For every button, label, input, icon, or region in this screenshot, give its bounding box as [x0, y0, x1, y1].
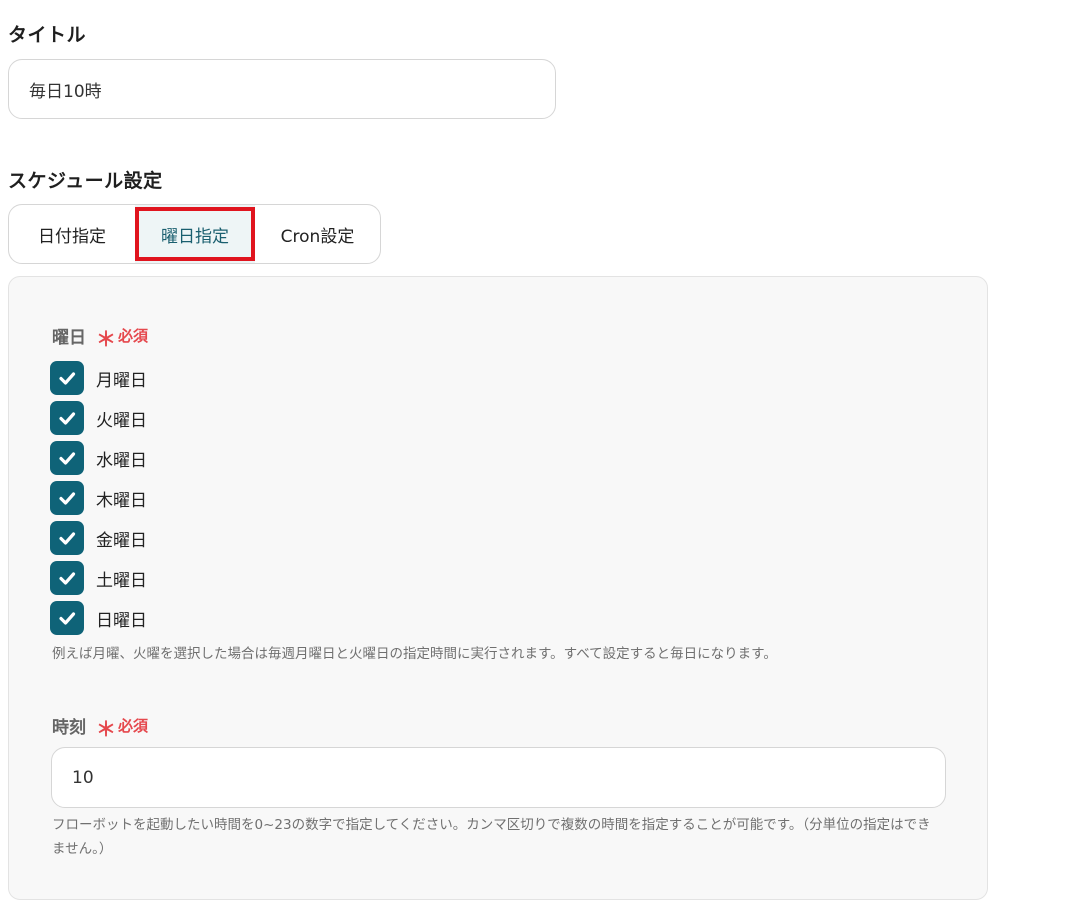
asterisk-icon: ＊	[96, 327, 116, 351]
required-text: 必須	[118, 327, 149, 345]
schedule-label: スケジュール設定	[8, 170, 163, 192]
checkmark-icon[interactable]	[50, 521, 84, 555]
checkmark-icon[interactable]	[50, 441, 84, 475]
checkbox-label: 火曜日	[96, 410, 147, 431]
required-indicator: ＊ 必須	[96, 711, 149, 741]
checkbox-sunday[interactable]: 日曜日	[50, 598, 147, 638]
asterisk-icon: ＊	[96, 717, 116, 741]
checkbox-thursday[interactable]: 木曜日	[50, 478, 147, 518]
checkbox-wednesday[interactable]: 水曜日	[50, 438, 147, 478]
time-help-text: フローボットを起動したい時間を0~23の数字で指定してください。カンマ区切りで複…	[52, 817, 931, 857]
time-input[interactable]	[51, 747, 946, 808]
weekday-help-text: 例えば月曜、火曜を選択した場合は毎週月曜日と火曜日の指定時間に実行されます。すべ…	[52, 646, 777, 662]
checkmark-icon[interactable]	[50, 481, 84, 515]
checkmark-icon[interactable]	[50, 361, 84, 395]
checkbox-monday[interactable]: 月曜日	[50, 358, 147, 398]
weekday-field-label: 曜日 ＊ 必須	[52, 321, 149, 351]
checkmark-icon[interactable]	[50, 561, 84, 595]
checkmark-icon[interactable]	[50, 401, 84, 435]
weekday-label-text: 曜日	[52, 328, 86, 348]
required-text: 必須	[118, 717, 149, 735]
weekday-checkbox-list: 月曜日 火曜日 水曜日 木曜日 金曜日 土曜日 日曜日	[50, 358, 147, 638]
schedule-type-tabs: 日付指定 曜日指定 Cron設定	[8, 204, 381, 264]
checkbox-label: 土曜日	[96, 570, 147, 591]
checkmark-icon[interactable]	[50, 601, 84, 635]
checkbox-label: 木曜日	[96, 490, 147, 511]
checkbox-label: 水曜日	[96, 450, 147, 471]
checkbox-label: 日曜日	[96, 610, 147, 631]
schedule-form: タイトル スケジュール設定 日付指定 曜日指定 Cron設定 曜日 ＊ 必須 月…	[0, 0, 1084, 909]
weekday-settings-panel: 曜日 ＊ 必須 月曜日 火曜日 水曜日 木曜日 金曜日 土曜日 日曜日 例えば月…	[8, 276, 988, 900]
checkbox-label: 月曜日	[96, 370, 147, 391]
title-input[interactable]	[8, 59, 556, 119]
checkbox-friday[interactable]: 金曜日	[50, 518, 147, 558]
tab-date[interactable]: 日付指定	[9, 205, 135, 263]
time-field-label: 時刻 ＊ 必須	[52, 711, 149, 741]
tab-cron[interactable]: Cron設定	[255, 205, 380, 263]
checkbox-saturday[interactable]: 土曜日	[50, 558, 147, 598]
title-label: タイトル	[8, 24, 87, 46]
checkbox-tuesday[interactable]: 火曜日	[50, 398, 147, 438]
required-indicator: ＊ 必須	[96, 321, 149, 351]
checkbox-label: 金曜日	[96, 530, 147, 551]
tab-weekday[interactable]: 曜日指定	[135, 205, 255, 263]
time-label-text: 時刻	[52, 718, 86, 738]
